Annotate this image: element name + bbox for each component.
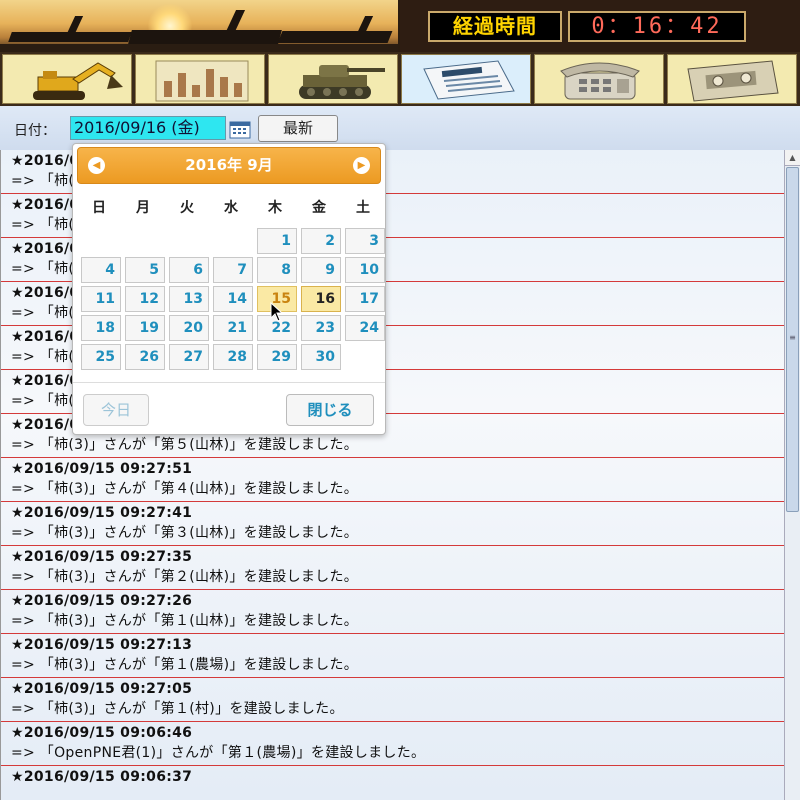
weekday-header: 火 <box>180 200 194 216</box>
next-month-icon[interactable]: ▶ <box>353 157 370 174</box>
calendar-day-14[interactable]: 14 <box>213 286 253 312</box>
log-entry-time: ★2016/09/15 09:27:13 <box>11 637 193 653</box>
calendar-day-1[interactable]: 1 <box>257 228 297 254</box>
log-entry-time: ★2016/09/15 09:27:05 <box>11 681 193 697</box>
log-entry-message: => 「柿(3)」さんが「第１(村)」を建設しました。 <box>11 701 344 717</box>
log-entry-message: => 「OpenPNE君(1)」さんが「第１(農場)」を建設しました。 <box>11 745 426 761</box>
calendar-day-11[interactable]: 11 <box>81 286 121 312</box>
log-entry: ★2016/09/15 09:27:51 => 「柿(3)」さんが「第４(山林)」… <box>1 458 784 502</box>
calendar-day-18[interactable]: 18 <box>81 315 121 341</box>
log-entry-message: => 「柿(3)」さんが「第５(山林)」を建設しました。 <box>11 437 359 453</box>
close-button[interactable]: 閉じる <box>286 394 374 426</box>
log-entry-time: ★2016/09/15 09:27:51 <box>11 461 193 477</box>
log-entry-message: => 「柿(3)」さんが「第４(山林)」を建設しました。 <box>11 481 359 497</box>
log-entry: ★2016/09/15 09:27:41 => 「柿(3)」さんが「第３(山林)」… <box>1 502 784 546</box>
elapsed-time-panel: 経過時間 0：16：42 <box>400 0 800 52</box>
log-scrollbar[interactable]: ▲ ≡ <box>784 150 800 800</box>
weekday-header: 水 <box>224 200 238 216</box>
calendar-icon[interactable] <box>229 119 251 139</box>
log-entry-time: ★2016/09/15 09:27:26 <box>11 593 193 609</box>
elapsed-time-value: 0：16：42 <box>568 11 746 42</box>
log-entry-message: => 「柿(3)」さんが「第１(農場)」を建設しました。 <box>11 657 359 673</box>
jet-silhouette <box>128 30 282 44</box>
today-button[interactable]: 今日 <box>83 394 149 426</box>
log-entry-time: ★2016/09/15 09:27:35 <box>11 549 193 565</box>
prev-month-icon[interactable]: ◀ <box>88 157 105 174</box>
jet-silhouette <box>277 31 393 43</box>
calendar-day-30[interactable]: 30 <box>301 344 341 370</box>
log-entry-message: => 「柿(3)」さんが「第２(山林)」を建設しました。 <box>11 569 359 585</box>
calendar-day-9[interactable]: 9 <box>301 257 341 283</box>
refresh-button[interactable]: 最新 <box>258 115 338 142</box>
calendar-day-6[interactable]: 6 <box>169 257 209 283</box>
calendar-day-17[interactable]: 17 <box>345 286 385 312</box>
log-entry-message: => 「柿(3)」さんが「第１(山林)」を建設しました。 <box>11 613 359 629</box>
calendar-day-7[interactable]: 7 <box>213 257 253 283</box>
date-picker-popup: 2016年 9月 ◀ ▶ 日月火水木金土 1 2 3 4 5 6 7 8 9 10 11 12 13 14 1… <box>72 143 386 435</box>
elapsed-time-label: 経過時間 <box>428 11 562 42</box>
log-entry-time: ★2016/09/15 09:06:37 <box>11 769 193 785</box>
calendar-day-26[interactable]: 26 <box>125 344 165 370</box>
log-entry: ★2016/09/15 09:27:35 => 「柿(3)」さんが「第２(山林)」… <box>1 546 784 590</box>
calendar-day-10[interactable]: 10 <box>345 257 385 283</box>
calendar-day-27[interactable]: 27 <box>169 344 209 370</box>
log-entry: ★2016/09/15 09:27:13 => 「柿(3)」さんが「第１(農場)」… <box>1 634 784 678</box>
scroll-thumb[interactable]: ≡ <box>786 167 799 512</box>
excavator-icon[interactable] <box>2 54 132 104</box>
telephone-icon[interactable] <box>534 54 664 104</box>
calendar-day-24[interactable]: 24 <box>345 315 385 341</box>
calendar-month-title: 2016年 9月 <box>185 156 273 174</box>
log-entry-message: => 「柿(3)」さんが「第３(山林)」を建設しました。 <box>11 525 359 541</box>
calendar-day-4[interactable]: 4 <box>81 257 121 283</box>
calendar-day-13[interactable]: 13 <box>169 286 209 312</box>
icon-menu-bar <box>0 52 800 106</box>
mouse-pointer-icon <box>270 302 284 322</box>
weekday-header: 土 <box>356 200 370 216</box>
calendar-day-29[interactable]: 29 <box>257 344 297 370</box>
log-entry: ★2016/09/15 09:06:37 <box>1 766 784 800</box>
calendar-day-16[interactable]: 16 <box>301 286 341 312</box>
scroll-up-arrow-icon[interactable]: ▲ <box>785 150 800 166</box>
log-entry-message <box>11 786 784 800</box>
log-entry-time: ★2016/09/15 09:27:41 <box>11 505 193 521</box>
calendar-day-8[interactable]: 8 <box>257 257 297 283</box>
calendar-day-23[interactable]: 23 <box>301 315 341 341</box>
graph-board-icon[interactable] <box>135 54 265 104</box>
date-input[interactable]: 2016/09/16 (金) <box>70 116 226 140</box>
calendar-header: 2016年 9月 ◀ ▶ <box>77 147 381 184</box>
log-entry-time: ★2016/09/15 09:06:46 <box>11 725 193 741</box>
weekday-header: 月 <box>136 200 150 216</box>
tank-icon[interactable] <box>268 54 398 104</box>
log-entry: ★2016/09/15 09:27:26 => 「柿(3)」さんが「第１(山林)」… <box>1 590 784 634</box>
calendar-day-5[interactable]: 5 <box>125 257 165 283</box>
newspaper-icon[interactable] <box>401 54 531 104</box>
calendar-day-12[interactable]: 12 <box>125 286 165 312</box>
calendar-day-28[interactable]: 28 <box>213 344 253 370</box>
calendar-day-20[interactable]: 20 <box>169 315 209 341</box>
calendar-day-2[interactable]: 2 <box>301 228 341 254</box>
log-entry: ★2016/09/15 09:27:05 => 「柿(3)」さんが「第１(村)」を… <box>1 678 784 722</box>
calendar-day-3[interactable]: 3 <box>345 228 385 254</box>
calendar-divider <box>73 382 385 383</box>
calendar-day-21[interactable]: 21 <box>213 315 253 341</box>
scroll-grip-icon: ≡ <box>789 333 796 342</box>
weekday-header: 木 <box>268 200 282 216</box>
calendar-day-19[interactable]: 19 <box>125 315 165 341</box>
cassette-tape-icon[interactable] <box>667 54 797 104</box>
calendar-day-25[interactable]: 25 <box>81 344 121 370</box>
header-banner <box>0 0 400 52</box>
log-entry: ★2016/09/15 09:06:46 => 「OpenPNE君(1)」さんが「… <box>1 722 784 766</box>
runway-ground <box>0 44 398 52</box>
date-label: 日付： <box>14 123 56 139</box>
weekday-header: 金 <box>312 200 326 216</box>
weekday-header: 日 <box>92 200 106 216</box>
